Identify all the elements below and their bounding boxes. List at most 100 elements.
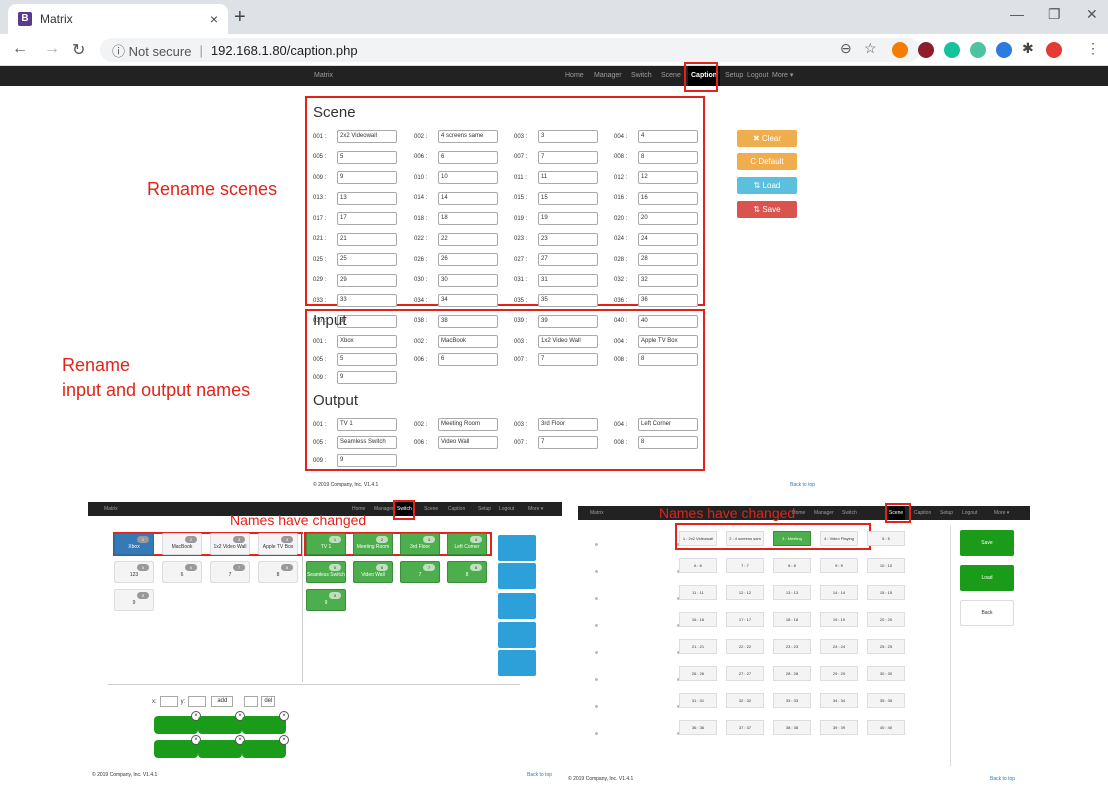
scene-field-input[interactable]: 26 — [438, 253, 498, 266]
extension-rocket-icon[interactable] — [996, 42, 1012, 58]
scene-field-input[interactable]: 4 — [638, 130, 698, 143]
output-field-input[interactable]: Seamless Switch — [337, 436, 397, 449]
scene-button[interactable]: 19 : 19 — [820, 612, 858, 627]
scene-button[interactable]: 35 : 35 — [867, 693, 905, 708]
input-field-input[interactable]: Apple TV Box — [638, 335, 698, 348]
switch-output-button[interactable]: 5 Seamless Switch — [306, 561, 346, 583]
clear-button[interactable]: ✖ Clear — [737, 130, 797, 147]
scene-button[interactable]: 1 : 2x2 Videowall — [679, 531, 717, 546]
scene-field-input[interactable]: 32 — [638, 273, 698, 287]
switch-output-button[interactable]: 6 Video Wall — [353, 561, 393, 583]
nav-switch[interactable]: Switch — [631, 66, 652, 86]
switch-nav-caption[interactable]: Caption — [448, 502, 465, 516]
layout-grid-icon[interactable] — [498, 622, 536, 648]
scene-button[interactable]: 38 : 38 — [773, 720, 811, 735]
output-field-input[interactable]: 8 — [638, 436, 698, 449]
scene-field-input[interactable]: 2x2 Videowall — [337, 130, 397, 143]
scene-field-input[interactable]: 19 — [538, 212, 598, 225]
scene-save-button[interactable]: Save — [960, 530, 1014, 556]
back-arrow-icon[interactable]: ← — [12, 40, 28, 58]
zoom-icon[interactable]: ⊖ — [840, 40, 852, 57]
output-field-input[interactable]: Left Corner — [638, 418, 698, 431]
scene-field-input[interactable]: 6 — [438, 150, 498, 164]
scene-button[interactable]: 31 : 31 — [679, 693, 717, 708]
address-bar[interactable]: ⓘ Not secure | 192.168.1.80/caption.php — [100, 38, 920, 62]
default-button[interactable]: C Default — [737, 153, 797, 170]
scene-load-button[interactable]: Load — [960, 565, 1014, 591]
switch-input-button[interactable]: 88 — [258, 561, 298, 583]
switch-input-button[interactable]: 4 Apple TV Box — [258, 533, 298, 555]
scene-button[interactable]: 5 : 5 — [867, 531, 905, 546]
switch-input-button[interactable]: 3 1x2 Video Wall — [210, 533, 250, 555]
scene-button[interactable]: 2 : 4 screens sam — [726, 531, 764, 546]
scene-button[interactable]: 39 : 39 — [820, 720, 858, 735]
nav-home[interactable]: Home — [565, 66, 584, 86]
switch-back-to-top-link[interactable]: Back to top — [527, 772, 552, 778]
scene-button[interactable]: 12 : 12 — [726, 585, 764, 600]
scene-button[interactable]: 15 : 15 — [867, 585, 905, 600]
scene-field-input[interactable]: 5 — [337, 150, 397, 164]
restore-window-button[interactable]: ❐ — [1048, 6, 1061, 23]
nav-logout[interactable]: Logout — [747, 66, 768, 86]
switch-input-button[interactable]: 77 — [210, 561, 250, 583]
video-wall-block[interactable]: × — [242, 711, 289, 734]
remove-block-icon[interactable]: × — [279, 735, 289, 745]
remove-block-icon[interactable]: × — [279, 711, 289, 721]
switch-input-button[interactable]: 99 — [114, 589, 154, 611]
browser-menu-icon[interactable]: ⋮ — [1086, 40, 1100, 57]
scene-button[interactable]: 4 : Video Playing — [820, 531, 858, 546]
scene-field-input[interactable]: 39 — [538, 314, 598, 328]
scene-back-button[interactable]: Back — [960, 600, 1014, 626]
scene-button[interactable]: 18 : 18 — [773, 612, 811, 627]
extension-orange-icon[interactable] — [892, 42, 908, 58]
scene-nav-logout[interactable]: Logout — [962, 506, 977, 520]
nav-more-dropdown[interactable]: More ▾ — [772, 66, 793, 86]
grammarly-icon[interactable] — [944, 42, 960, 58]
scene-button[interactable]: 7 : 7 — [726, 558, 764, 573]
bookmark-star-icon[interactable]: ☆ — [864, 40, 877, 57]
close-window-button[interactable]: ✕ — [1086, 6, 1098, 23]
switch-output-button[interactable]: 2 Meeting Room — [353, 533, 393, 555]
close-tab-icon[interactable]: × — [210, 11, 218, 27]
scene-button[interactable]: 23 : 23 — [773, 639, 811, 654]
scene-button[interactable]: 26 : 26 — [679, 666, 717, 681]
switch-output-button[interactable]: 77 — [400, 561, 440, 583]
scene-field-input[interactable]: 35 — [538, 294, 598, 307]
scene-field-input[interactable]: 11 — [538, 171, 598, 184]
input-field-input[interactable]: Xbox — [337, 335, 397, 348]
input-field-input[interactable]: 9 — [337, 371, 397, 384]
scene-field-input[interactable]: 15 — [538, 191, 598, 205]
scene-field-input[interactable]: 28 — [638, 253, 698, 266]
scene-field-input[interactable]: 9 — [337, 171, 397, 184]
extension-k-icon[interactable] — [918, 42, 934, 58]
switch-nav-scene[interactable]: Scene — [424, 502, 438, 516]
layout-all-to-one-icon[interactable] — [498, 535, 536, 561]
navbar-brand[interactable]: Matrix — [314, 66, 333, 86]
scene-nav-more[interactable]: More ▾ — [994, 506, 1009, 520]
output-field-input[interactable]: 7 — [538, 436, 598, 449]
switch-input-button[interactable]: 1 Xbox — [114, 533, 154, 555]
scene-field-input[interactable]: 38 — [438, 314, 498, 328]
input-field-input[interactable]: 1x2 Video Wall — [538, 335, 598, 348]
scene-button[interactable]: 22 : 22 — [726, 639, 764, 654]
scene-button[interactable]: 32 : 32 — [726, 693, 764, 708]
scene-field-input[interactable]: 24 — [638, 232, 698, 246]
scene-field-input[interactable]: 31 — [538, 273, 598, 287]
scene-field-input[interactable]: 21 — [337, 232, 397, 246]
scene-field-input[interactable]: 17 — [337, 212, 397, 225]
scene-button[interactable]: 37 : 37 — [726, 720, 764, 735]
new-tab-button[interactable]: + — [234, 6, 246, 29]
scene-field-input[interactable]: 16 — [638, 191, 698, 205]
switch-nav-more[interactable]: More ▾ — [528, 502, 543, 516]
scene-button[interactable]: 29 : 29 — [820, 666, 858, 681]
switch-output-button[interactable]: 1 TV 1 — [306, 533, 346, 555]
video-wall-block[interactable]: × — [242, 735, 289, 758]
scene-field-input[interactable]: 36 — [638, 294, 698, 307]
save-button[interactable]: ⇅ Save — [737, 201, 797, 218]
video-wall-block[interactable]: × — [198, 711, 245, 734]
forward-arrow-icon[interactable]: → — [44, 40, 60, 58]
scene-field-input[interactable]: 27 — [538, 253, 598, 266]
scene-button[interactable]: 8 : 8 — [773, 558, 811, 573]
scene-button[interactable]: 28 : 28 — [773, 666, 811, 681]
scene-button[interactable]: 34 : 34 — [820, 693, 858, 708]
